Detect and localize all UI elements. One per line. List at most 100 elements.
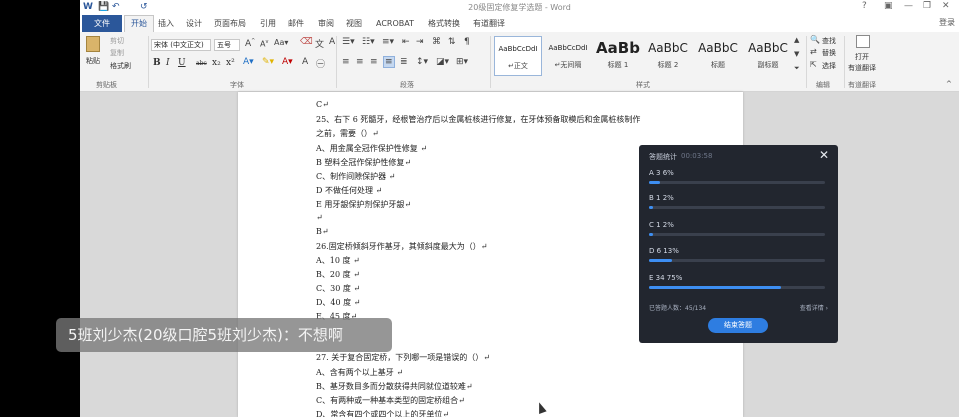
option-b-fill (649, 206, 653, 209)
cut-button[interactable]: 剪切 (110, 36, 124, 46)
left-black-margin (0, 0, 80, 417)
italic-icon[interactable]: I (166, 58, 170, 68)
text-effect-icon[interactable]: A▾ (243, 57, 254, 67)
style-title[interactable]: AaBbC 标题 (694, 36, 742, 76)
shading-icon[interactable]: ◪▾ (436, 57, 449, 67)
style-subtitle[interactable]: AaBbC 副标题 (744, 36, 792, 76)
find-icon[interactable]: 🔍 (810, 35, 820, 44)
close-window-icon[interactable]: ✕ (942, 1, 950, 11)
select-icon[interactable]: ⇱ (810, 60, 817, 69)
phonetic-icon[interactable]: 文 (315, 37, 324, 50)
styles-scroll-up-icon[interactable]: ▲ (794, 36, 799, 44)
style-heading-1[interactable]: AaBb 标题 1 (594, 36, 642, 76)
paste-button[interactable]: 粘贴 (86, 56, 100, 66)
tab-view[interactable]: 视图 (346, 16, 362, 31)
char-shading-icon[interactable]: A (302, 57, 308, 67)
increase-indent-icon[interactable]: ⇥ (416, 37, 424, 47)
option-d-fill (649, 259, 672, 262)
find-button[interactable]: 查找 (822, 36, 836, 46)
decrease-indent-icon[interactable]: ⇤ (402, 37, 410, 47)
view-details-link[interactable]: 查看详情 › (800, 303, 828, 312)
tab-review[interactable]: 审阅 (318, 16, 334, 31)
distributed-icon[interactable]: ≣ (400, 57, 408, 67)
font-color-icon[interactable]: A▾ (282, 57, 293, 67)
option-d-label: D 6 13% (649, 247, 679, 255)
doc-line: C↵ (316, 100, 329, 109)
close-icon[interactable]: ✕ (819, 148, 829, 162)
align-left-icon[interactable]: ≡ (342, 57, 350, 67)
multilevel-list-icon[interactable]: ≡▾ (382, 37, 394, 47)
styles-group-label: 样式 (636, 81, 650, 89)
line-spacing-icon[interactable]: ↕▾ (416, 57, 428, 67)
doc-line: A、用金属全冠作保护性修复 ↵ (316, 144, 428, 153)
style-sample: AaBbC (648, 41, 688, 55)
restore-icon[interactable]: ❐ (923, 1, 931, 11)
borders-icon[interactable]: ⊞▾ (456, 57, 468, 67)
tab-acrobat[interactable]: ACROBAT (376, 16, 414, 31)
char-border-icon[interactable]: A (329, 37, 335, 47)
numbering-icon[interactable]: ☷▾ (362, 37, 375, 47)
doc-line: 26.固定桥倾斜牙作基牙，其倾斜度最大为（）↵ (316, 242, 488, 251)
style-no-spacing[interactable]: AaBbCcDdI ↵无间隔 (544, 36, 592, 76)
tab-home[interactable]: 开始 (124, 15, 154, 32)
subscript-icon[interactable]: x₂ (212, 58, 221, 68)
option-c-bar (649, 233, 825, 236)
replace-button[interactable]: 替换 (822, 48, 836, 58)
superscript-icon[interactable]: x² (226, 58, 235, 68)
option-a-bar (649, 181, 825, 184)
strikethrough-icon[interactable]: abc (196, 60, 207, 67)
copy-button[interactable]: 复制 (110, 48, 124, 58)
ribbon-display-icon[interactable]: ▣ (884, 1, 893, 11)
youdao-translate-icon[interactable] (856, 35, 870, 48)
styles-scroll-down-icon[interactable]: ▼ (794, 50, 799, 58)
highlight-icon[interactable]: ✎▾ (262, 57, 274, 67)
separator (148, 36, 149, 88)
style-name: 副标题 (757, 61, 779, 69)
editing-group-label: 编辑 (816, 81, 830, 89)
tab-mailings[interactable]: 邮件 (288, 16, 304, 31)
sort-icon[interactable]: ⇅ (448, 37, 456, 47)
open-button[interactable]: 打开 (855, 52, 869, 62)
clear-format-icon[interactable]: ⌫ (300, 37, 313, 47)
style-name: 标题 (711, 61, 725, 69)
tab-layout[interactable]: 页面布局 (214, 16, 246, 31)
tab-youdao[interactable]: 有道翻译 (473, 16, 505, 31)
chinese-layout-icon[interactable]: ⌘ (432, 37, 441, 47)
tab-insert[interactable]: 插入 (158, 16, 174, 31)
tab-design[interactable]: 设计 (186, 16, 202, 31)
justify-icon[interactable]: ≡ (383, 56, 395, 68)
underline-icon[interactable]: U (178, 58, 186, 68)
title-bar: W 💾 ↶ ↺ 20级固定修复学选题 - Word ? ▣ — ❐ ✕ (80, 0, 959, 14)
format-painter-button[interactable]: 格式刷 (110, 61, 131, 71)
shrink-font-icon[interactable]: Av (260, 39, 268, 49)
collapse-ribbon-icon[interactable]: ^ (946, 80, 952, 88)
style-sample: AaBbCcDdI (498, 45, 538, 53)
align-right-icon[interactable]: ≡ (370, 57, 378, 67)
login-link[interactable]: 登录 (939, 17, 955, 28)
minimize-icon[interactable]: — (904, 1, 913, 11)
end-answer-button[interactable]: 结束答题 (708, 318, 768, 333)
change-case-icon[interactable]: Aa▾ (274, 38, 288, 47)
youdao-button[interactable]: 有道翻译 (848, 63, 876, 73)
show-marks-icon[interactable]: ¶ (464, 37, 470, 47)
tab-references[interactable]: 引用 (260, 16, 276, 31)
font-size-select[interactable]: 五号 (214, 39, 240, 51)
enclose-char-icon[interactable]: ㊀ (316, 57, 325, 70)
bold-icon[interactable]: B (153, 58, 161, 68)
tab-format-convert[interactable]: 格式转换 (428, 16, 460, 31)
tab-file[interactable]: 文件 (82, 15, 122, 32)
grow-font-icon[interactable]: A^ (245, 38, 255, 49)
doc-line: B 塑料全冠作保护性修复↵ (316, 158, 412, 167)
help-icon[interactable]: ? (862, 1, 867, 11)
paste-icon[interactable] (86, 36, 100, 52)
style-name: ↵正文 (508, 62, 528, 70)
select-button[interactable]: 选择 (822, 61, 836, 71)
bullets-icon[interactable]: ☰▾ (342, 37, 355, 47)
font-name-select[interactable]: 宋体 (中文正文) (151, 39, 211, 51)
styles-more-icon[interactable]: ⏷ (794, 64, 800, 73)
style-normal[interactable]: AaBbCcDdI ↵正文 (494, 36, 542, 76)
style-heading-2[interactable]: AaBbC 标题 2 (644, 36, 692, 76)
replace-icon[interactable]: ⇄ (810, 47, 817, 56)
align-center-icon[interactable]: ≡ (356, 57, 364, 67)
doc-line: D、常含有四个或四个以上的牙单位↵ (316, 410, 450, 417)
